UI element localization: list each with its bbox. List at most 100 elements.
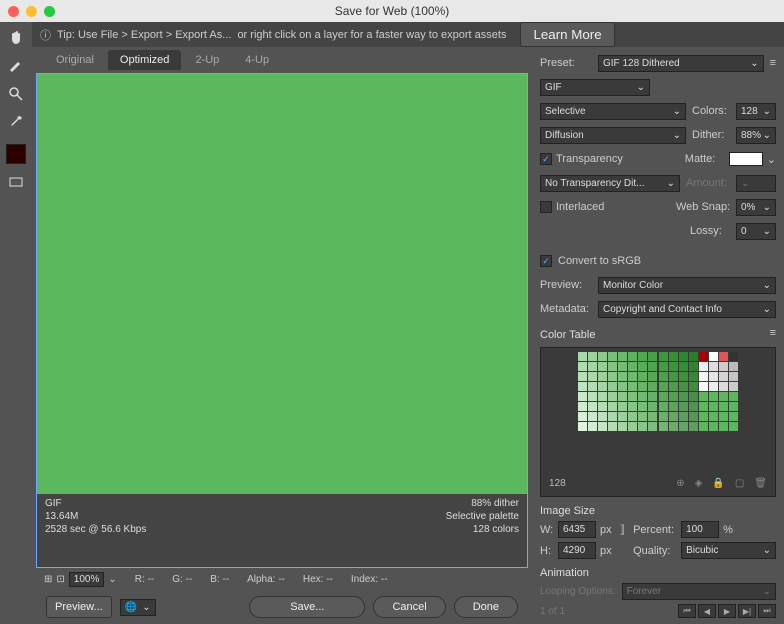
color-swatch[interactable] [719, 412, 728, 421]
color-swatch[interactable] [618, 382, 627, 391]
color-swatch[interactable] [598, 352, 607, 361]
color-swatch[interactable] [588, 412, 597, 421]
color-swatch[interactable] [648, 362, 657, 371]
color-swatch[interactable] [679, 362, 688, 371]
play-button[interactable]: ▶ [718, 604, 736, 618]
width-input[interactable] [558, 521, 596, 538]
color-swatch[interactable] [578, 412, 587, 421]
color-swatch[interactable] [679, 372, 688, 381]
color-swatch[interactable] [608, 402, 617, 411]
color-swatch[interactable] [689, 382, 698, 391]
color-swatch[interactable] [618, 372, 627, 381]
color-swatch[interactable] [729, 402, 738, 411]
color-swatch[interactable] [679, 412, 688, 421]
color-swatch[interactable] [578, 352, 587, 361]
color-swatch[interactable] [648, 382, 657, 391]
color-swatch[interactable] [699, 422, 708, 431]
done-button[interactable]: Done [454, 596, 518, 618]
prev-frame-button[interactable]: ◀ [698, 604, 716, 618]
color-swatch[interactable] [669, 382, 678, 391]
hand-tool-icon[interactable] [5, 28, 27, 48]
color-swatch[interactable] [638, 422, 647, 431]
color-swatch[interactable] [659, 392, 668, 401]
color-swatch[interactable] [709, 422, 718, 431]
preset-select[interactable]: GIF 128 Dithered [598, 55, 764, 72]
color-swatch[interactable] [719, 352, 728, 361]
color-swatch[interactable] [578, 422, 587, 431]
preset-menu-icon[interactable]: ≡ [770, 57, 776, 69]
color-swatch[interactable] [608, 382, 617, 391]
ct-icon-1[interactable]: ⊕ [676, 478, 684, 489]
interlaced-checkbox[interactable] [540, 201, 552, 213]
color-swatch[interactable] [689, 362, 698, 371]
color-swatch[interactable] [699, 362, 708, 371]
metadata-select[interactable]: Copyright and Contact Info [598, 301, 776, 318]
color-swatch[interactable] [669, 392, 678, 401]
color-swatch[interactable] [598, 362, 607, 371]
color-swatch[interactable] [618, 412, 627, 421]
color-swatch[interactable] [699, 352, 708, 361]
color-swatch[interactable] [669, 352, 678, 361]
color-swatch[interactable] [638, 352, 647, 361]
browser-preview-select[interactable]: 🌐 [120, 599, 156, 616]
cancel-button[interactable]: Cancel [373, 596, 445, 618]
preview-button[interactable]: Preview... [46, 596, 112, 618]
color-swatch[interactable] [679, 402, 688, 411]
color-swatch[interactable] [578, 372, 587, 381]
transparency-checkbox[interactable] [540, 153, 552, 165]
color-swatch[interactable] [709, 372, 718, 381]
color-swatch[interactable] [628, 372, 637, 381]
zoom-select[interactable]: 100% [69, 572, 105, 587]
color-swatch[interactable] [729, 422, 738, 431]
grid2-icon[interactable]: ⊡ [56, 574, 64, 585]
first-frame-button[interactable]: ⏮ [678, 604, 696, 618]
color-swatch[interactable] [729, 412, 738, 421]
next-frame-button[interactable]: ▶| [738, 604, 756, 618]
color-swatch[interactable] [709, 392, 718, 401]
zoom-window[interactable] [44, 6, 55, 17]
ct-icon-2[interactable]: ◈ [695, 478, 703, 489]
color-swatch[interactable] [729, 352, 738, 361]
dither-select[interactable]: 88% [736, 127, 776, 144]
grid-icon[interactable]: ⊞ [44, 574, 52, 585]
color-table-menu-icon[interactable]: ≡ [770, 327, 776, 339]
lossy-select[interactable]: 0 [736, 223, 776, 240]
color-swatch[interactable] [689, 372, 698, 381]
minimize-window[interactable] [26, 6, 37, 17]
color-swatch[interactable] [598, 392, 607, 401]
color-swatch[interactable] [669, 372, 678, 381]
learn-more-button[interactable]: Learn More [520, 22, 614, 47]
color-swatch[interactable] [729, 392, 738, 401]
ct-new-icon[interactable]: ▢ [735, 478, 744, 489]
color-swatch[interactable] [618, 392, 627, 401]
ct-lock-icon[interactable]: 🔒 [712, 478, 724, 489]
color-swatch[interactable] [588, 372, 597, 381]
color-swatch[interactable] [628, 402, 637, 411]
color-swatch[interactable] [598, 402, 607, 411]
srgb-checkbox[interactable] [540, 255, 552, 267]
color-swatch[interactable] [588, 362, 597, 371]
color-swatch[interactable] [578, 392, 587, 401]
tab-optimized[interactable]: Optimized [108, 50, 182, 70]
color-swatch[interactable] [699, 382, 708, 391]
color-swatch[interactable] [659, 362, 668, 371]
color-swatch[interactable] [679, 392, 688, 401]
chevron-down-icon[interactable]: ⌄ [108, 574, 116, 585]
colors-select[interactable]: 128 [736, 103, 776, 120]
color-swatch[interactable] [659, 352, 668, 361]
color-swatch[interactable] [709, 352, 718, 361]
color-swatch[interactable] [659, 402, 668, 411]
link-icon[interactable]: ⟧ [620, 523, 625, 536]
color-swatch[interactable] [608, 422, 617, 431]
color-swatch[interactable] [608, 412, 617, 421]
color-swatch[interactable] [709, 402, 718, 411]
color-swatch[interactable] [608, 352, 617, 361]
preview-select[interactable]: Monitor Color [598, 277, 776, 294]
color-swatch[interactable] [618, 402, 627, 411]
color-swatch[interactable] [638, 362, 647, 371]
slice-tool-icon[interactable] [5, 56, 27, 76]
color-swatch[interactable] [638, 392, 647, 401]
color-swatch[interactable] [699, 372, 708, 381]
color-swatch[interactable] [669, 412, 678, 421]
color-swatch[interactable] [659, 382, 668, 391]
